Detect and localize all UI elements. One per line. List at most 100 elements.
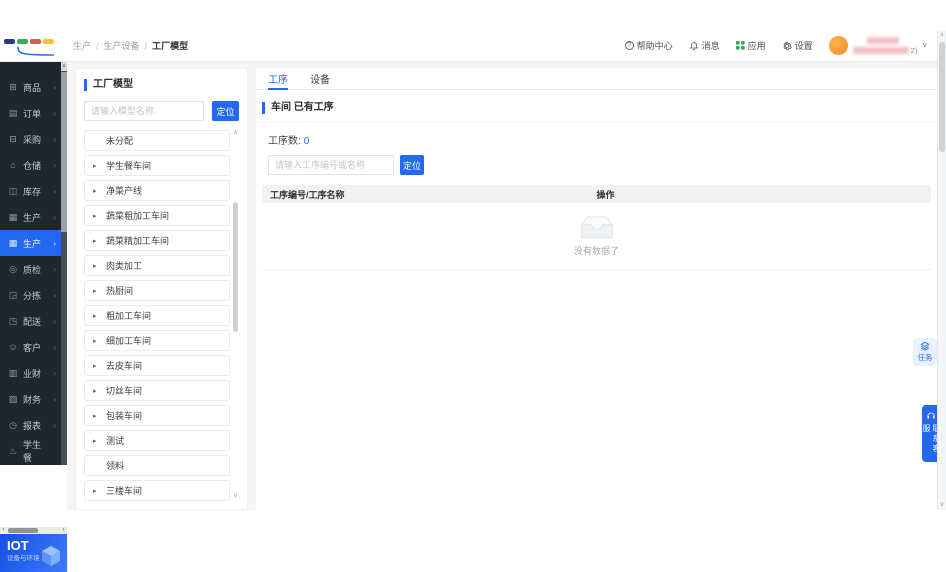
process-search-input[interactable] (268, 155, 394, 175)
tree-item[interactable]: 粗加工车间 (84, 305, 230, 326)
caret-right-icon[interactable] (93, 287, 100, 295)
caret-right-icon[interactable] (93, 312, 100, 320)
caret-right-icon[interactable] (93, 362, 100, 370)
tree-item-label: 净菜产线 (106, 186, 143, 196)
chevron-right-icon (53, 239, 56, 248)
sidebar-item[interactable]: ▥ 业财 (0, 360, 61, 386)
tree-item-label: 测试 (106, 436, 125, 446)
task-floating-button[interactable]: 任务 (913, 338, 937, 366)
tabs: 工序 设备 (256, 68, 937, 90)
scroll-up-icon[interactable] (938, 32, 946, 38)
sidebar-item[interactable]: ☺ 客户 (0, 334, 61, 360)
chevron-right-icon (53, 161, 56, 170)
sidebar-item[interactable]: ◎ 质检 (0, 256, 61, 282)
chevron-right-icon (53, 187, 56, 196)
tree-item[interactable]: 学生餐车间 (84, 155, 230, 176)
scroll-up-icon[interactable] (232, 130, 239, 136)
settings-menu[interactable]: 设置 (782, 39, 813, 52)
caret-right-icon[interactable] (93, 387, 100, 395)
sidebar-item[interactable]: ♨ 学生餐 (0, 438, 61, 464)
apps-menu[interactable]: 应用 (735, 39, 766, 52)
tree-item[interactable]: 蔬菜精加工车间 (84, 230, 230, 251)
sorting-icon: ◲ (8, 289, 18, 300)
tree-item[interactable]: 领料 (84, 455, 230, 476)
caret-right-icon[interactable] (93, 162, 100, 170)
chevron-right-icon (53, 395, 56, 404)
section-title: 车间 已有工序 (262, 102, 937, 114)
tab[interactable]: 设备 (310, 68, 330, 89)
tree-item-label: 去皮车间 (106, 361, 143, 371)
caret-right-icon[interactable] (93, 187, 100, 195)
tree-item[interactable]: 去皮车间 (84, 355, 230, 376)
sidebar-item[interactable]: ⊟ 采购 (0, 126, 61, 152)
tree-item[interactable]: 净菜产线 (84, 180, 230, 201)
logo-swoosh-icon (17, 46, 55, 56)
help-center-menu[interactable]: 帮助中心 (624, 39, 673, 52)
tree-item[interactable]: 包装车间 (84, 405, 230, 426)
sidebar-item[interactable]: ◳ 配送 (0, 308, 61, 334)
panel-title: 工厂模型 (84, 79, 239, 91)
page-scrollbar[interactable] (937, 30, 946, 510)
sidebar-item[interactable]: ▤ 订单 (0, 100, 61, 126)
breadcrumb-item[interactable]: 生产 (73, 39, 91, 52)
tree-scrollbar[interactable] (232, 130, 239, 501)
model-search-row: 定位 (84, 101, 239, 121)
breadcrumb-item[interactable]: 工厂模型 (140, 39, 188, 52)
caret-right-icon[interactable] (93, 212, 100, 220)
tree-item[interactable]: 蔬菜粗加工车间 (84, 205, 230, 226)
tree-item[interactable]: 肉类加工 (84, 255, 230, 276)
breadcrumb-item[interactable]: 生产设备 (91, 39, 140, 52)
tree-item-label: 蔬菜精加工车间 (106, 236, 170, 246)
caret-right-icon[interactable] (93, 262, 100, 270)
warehouse-icon: ⌂ (10, 160, 16, 170)
user-menu[interactable]: 2) (828, 36, 927, 55)
caret-right-icon[interactable] (93, 437, 100, 445)
sidebar-item[interactable]: ◷ 报表 (0, 412, 61, 438)
purchase-icon: ⊟ (9, 133, 17, 144)
chevron-right-icon (53, 317, 56, 326)
process-locate-button[interactable]: 定位 (400, 155, 424, 175)
sidebar-item[interactable]: ◫ 库存 (0, 178, 61, 204)
iot-banner[interactable]: IOT 设备与环境 (0, 534, 67, 572)
bell-icon (689, 42, 698, 51)
chevron-right-icon (53, 135, 56, 144)
tree-item[interactable]: 测试 (84, 430, 230, 451)
scroll-down-icon[interactable] (232, 493, 239, 499)
scroll-right-icon[interactable]: › (60, 527, 67, 534)
caret-right-icon[interactable] (93, 487, 100, 495)
scrollbar-thumb[interactable] (939, 42, 945, 152)
sidebar-item[interactable]: ▦ 生产 (0, 230, 61, 256)
caret-right-icon[interactable] (93, 237, 100, 245)
app-logo (0, 30, 67, 61)
tree-item[interactable]: 切丝车间 (84, 380, 230, 401)
scrollbar-thumb[interactable] (233, 202, 238, 332)
sidebar-item[interactable]: ▦ 生产 (0, 204, 61, 230)
tree-item-label: 热厨间 (106, 286, 134, 296)
sidebar-item[interactable]: ⌂ 仓储 (0, 152, 61, 178)
caret-right-icon[interactable] (93, 412, 100, 420)
messages-menu[interactable]: 消息 (689, 39, 720, 52)
scrollbar-thumb[interactable] (8, 528, 38, 533)
sidebar-item[interactable]: ◲ 分拣 (0, 282, 61, 308)
scroll-left-icon[interactable]: ‹ (0, 527, 7, 534)
tree-item[interactable]: 未分配 (84, 130, 230, 151)
sidebar-item-label: 财务 (23, 394, 42, 405)
chevron-right-icon (53, 265, 56, 274)
caret-right-icon[interactable] (93, 337, 100, 345)
sidebar-horizontal-scrollbar[interactable]: ‹ › (0, 527, 67, 534)
tree-item[interactable]: 热厨间 (84, 280, 230, 301)
model-locate-button[interactable]: 定位 (212, 101, 239, 121)
content-background (67, 62, 75, 510)
main-content: 工序 设备 车间 已有工序 工序数:0 定位 工序编号/工序名称 操作 没有数据了 (256, 68, 937, 510)
model-search-input[interactable] (84, 101, 204, 121)
scroll-down-icon[interactable] (938, 502, 946, 508)
quality-check-icon: ◎ (9, 263, 17, 274)
tree-item[interactable]: 三楼车间 (84, 480, 230, 501)
sidebar-item-label: 库存 (23, 186, 42, 197)
tree-item-label: 三楼车间 (106, 486, 143, 496)
tab[interactable]: 工序 (268, 68, 288, 90)
sidebar-item[interactable]: ⊞ 商品 (0, 74, 61, 100)
tree-item[interactable]: 细加工车间 (84, 330, 230, 351)
sidebar-item-label: 报表 (23, 420, 42, 431)
sidebar-item[interactable]: ▨ 财务 (0, 386, 61, 412)
